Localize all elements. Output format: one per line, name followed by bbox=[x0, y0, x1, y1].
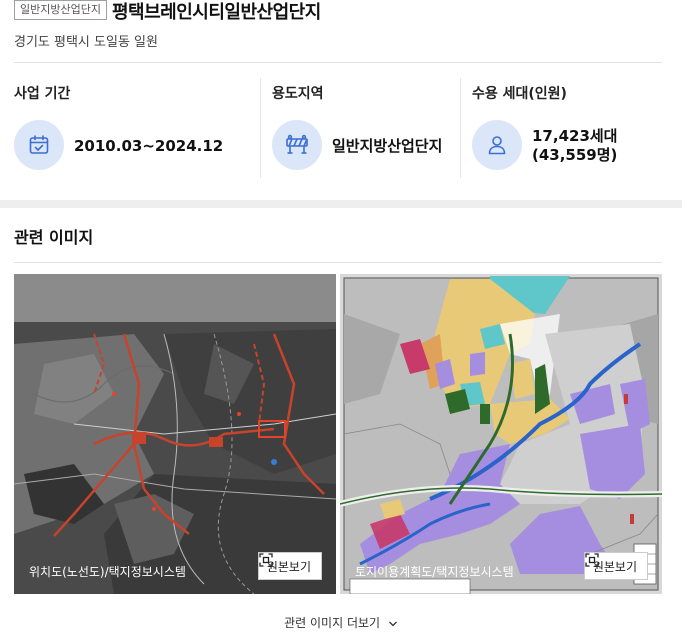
view-original-button[interactable]: 원본보기 bbox=[257, 552, 322, 580]
divider bbox=[14, 262, 662, 263]
barrier-icon bbox=[286, 134, 308, 154]
view-original-button[interactable]: 원본보기 bbox=[583, 552, 648, 580]
page-title: 평택브레인시티일반산업단지 bbox=[112, 2, 321, 23]
stat-separator bbox=[260, 78, 261, 178]
stat-label: 사업 기간 bbox=[14, 86, 71, 102]
location-map-image bbox=[14, 274, 336, 594]
stat-value-persons: (43,559명) bbox=[532, 146, 618, 164]
stat-icon-circle bbox=[272, 120, 322, 170]
stat-icon-circle bbox=[472, 120, 522, 170]
related-image-location-map[interactable]: 위치도(노선도)/택지정보시스템 원본보기 bbox=[14, 274, 336, 594]
stat-icon-circle bbox=[14, 120, 64, 170]
stat-zoning: 용도지역 일반지방산업단지 bbox=[272, 78, 462, 193]
expand-icon bbox=[259, 553, 273, 567]
view-original-label: 원본보기 bbox=[592, 559, 637, 574]
stat-value: 2010.03~2024.12 bbox=[74, 137, 224, 155]
stat-separator bbox=[460, 78, 461, 178]
section-separator bbox=[0, 200, 682, 208]
category-badge: 일반지방산업단지 bbox=[14, 0, 107, 20]
stat-label: 수용 세대(인원) bbox=[472, 86, 567, 102]
stat-value: 일반지방산업단지 bbox=[332, 137, 443, 155]
view-original-label: 원본보기 bbox=[266, 559, 311, 574]
calendar-icon bbox=[29, 135, 49, 154]
land-use-plan-image bbox=[340, 274, 662, 594]
image-caption: 토지이용계획도/택지정보시스템 bbox=[355, 565, 514, 579]
address-text: 경기도 평택시 도일동 일원 bbox=[14, 35, 158, 50]
divider bbox=[14, 62, 662, 63]
more-images-label: 관련 이미지 더보기 bbox=[284, 616, 381, 630]
more-images-link[interactable]: 관련 이미지 더보기 bbox=[0, 614, 682, 631]
expand-icon bbox=[585, 553, 599, 567]
stat-label: 용도지역 bbox=[272, 86, 324, 102]
stat-households: 수용 세대(인원) 17,423세대 (43,559명) bbox=[472, 78, 662, 193]
stat-project-period: 사업 기간 2010.03~2024.12 bbox=[14, 78, 254, 193]
related-image-land-use-plan[interactable]: 토지이용계획도/택지정보시스템 원본보기 bbox=[340, 274, 662, 594]
stat-value-households: 17,423세대 bbox=[532, 127, 618, 145]
person-icon bbox=[488, 136, 506, 155]
project-stats: 사업 기간 2010.03~2024.12 용도지역 일반지방산업단지 수용 세… bbox=[14, 78, 662, 193]
image-caption: 위치도(노선도)/택지정보시스템 bbox=[29, 565, 186, 579]
header: 일반지방산업단지 평택브레인시티일반산업단지 경기도 평택시 도일동 일원 bbox=[14, 0, 664, 50]
related-images-title: 관련 이미지 bbox=[14, 228, 94, 247]
chevron-down-icon bbox=[388, 621, 397, 626]
